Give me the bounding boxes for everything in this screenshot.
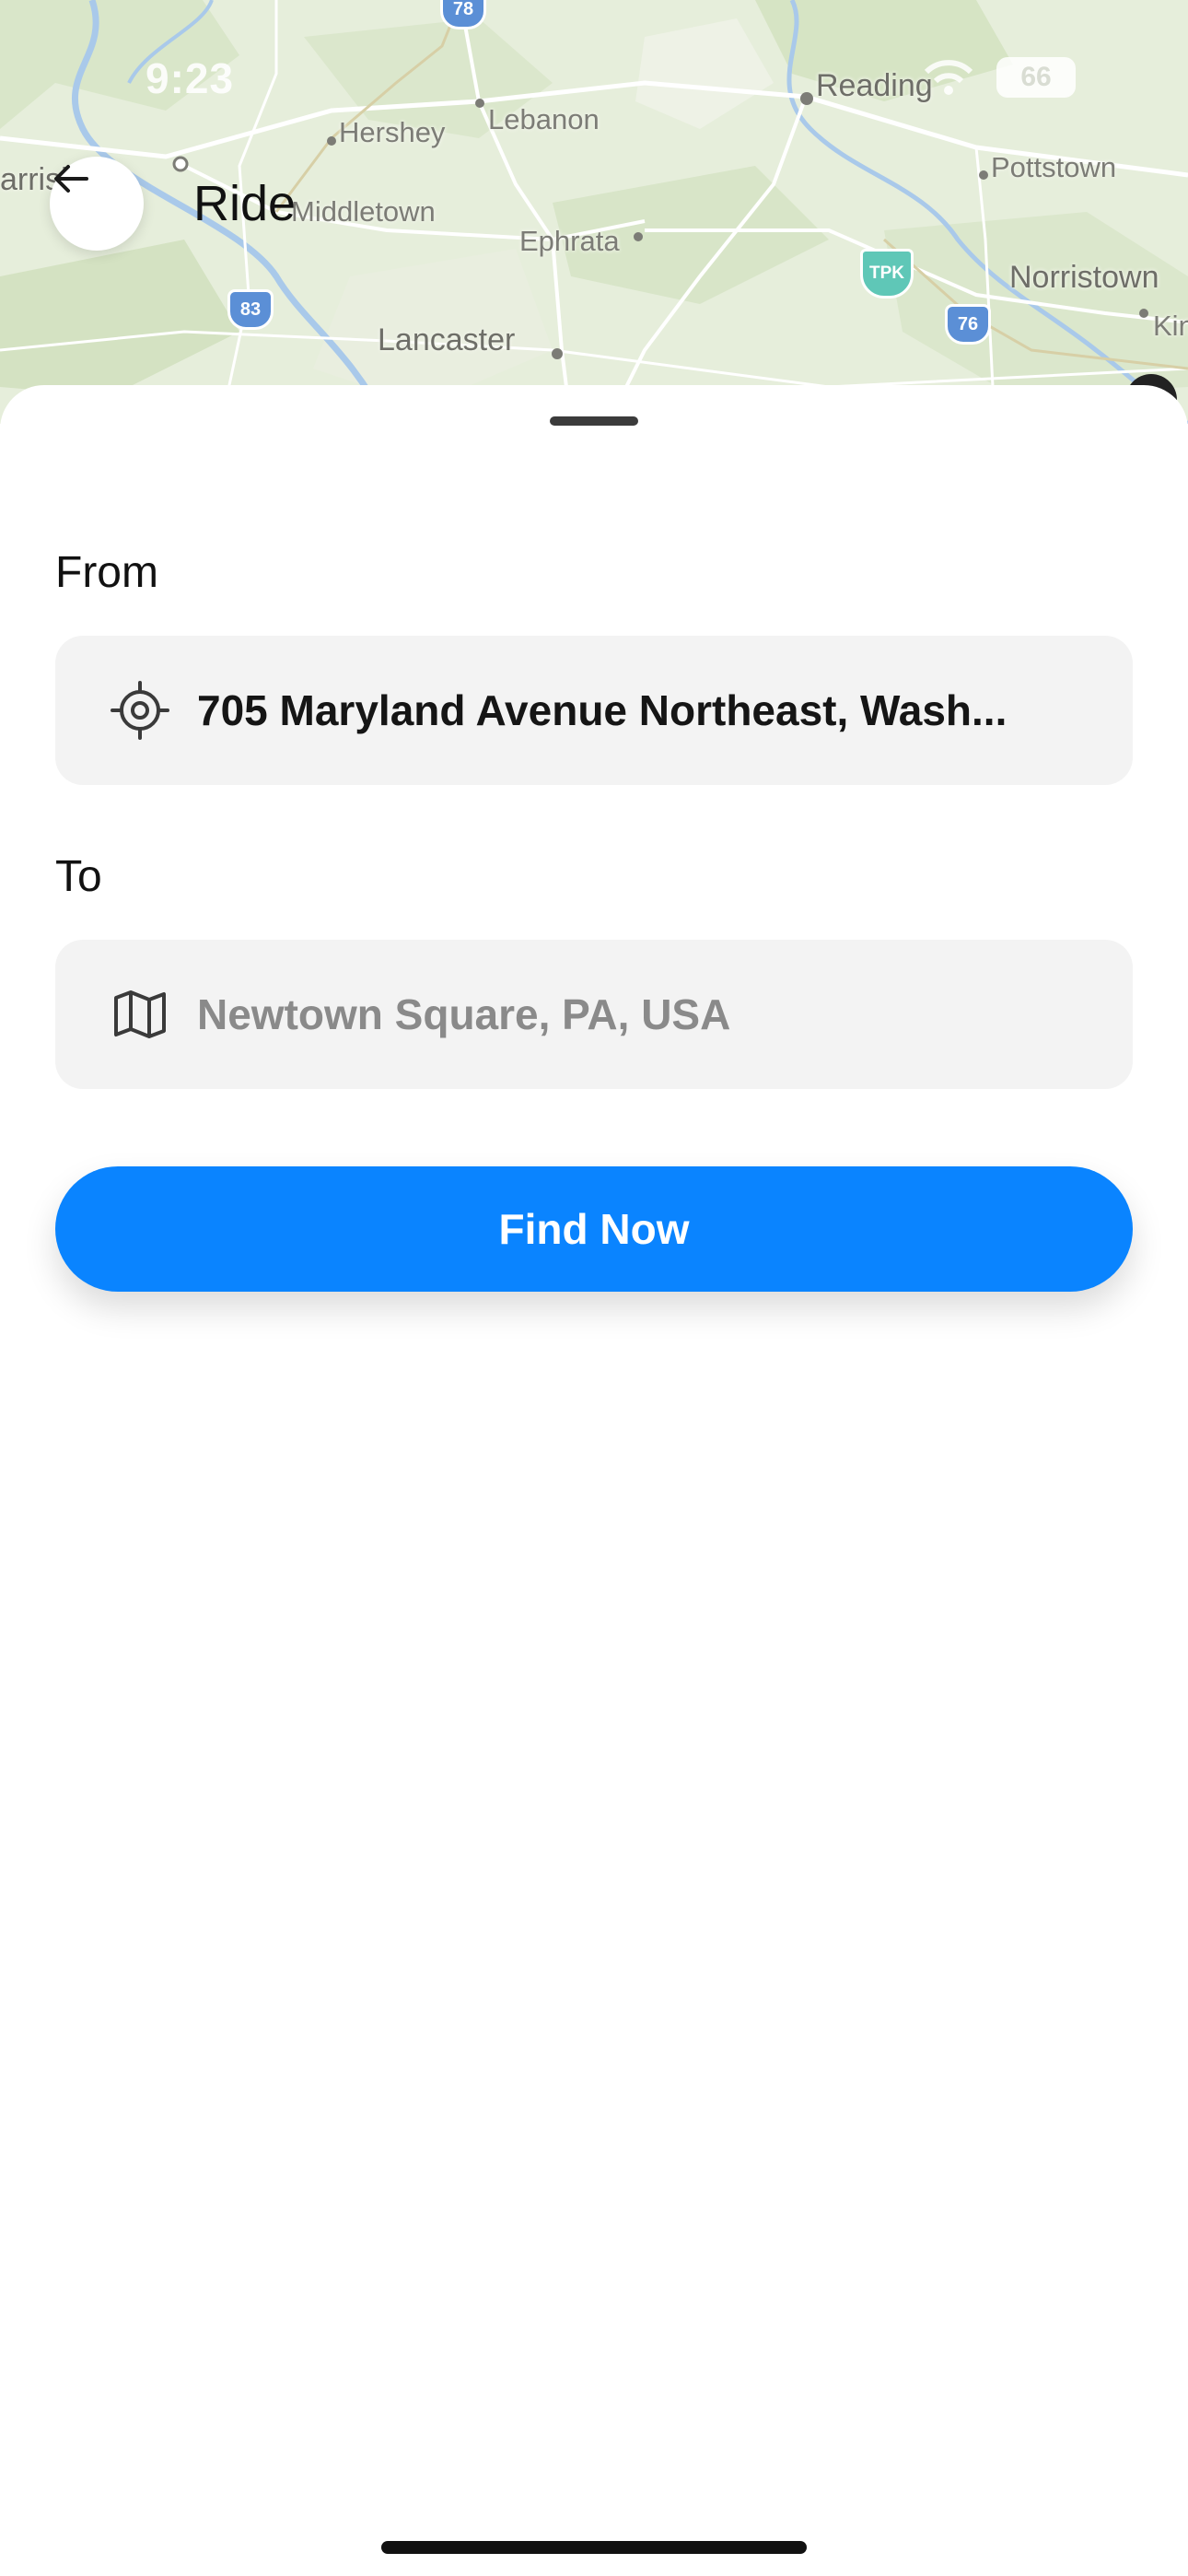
interstate-76-shield: 76: [945, 304, 991, 345]
map-icon: [111, 985, 169, 1044]
turnpike-shield: TPK: [860, 249, 914, 299]
home-indicator[interactable]: [381, 2541, 807, 2554]
page-title: Ride: [193, 176, 297, 231]
ride-screen: arrisburg Hershey Lebanon Reading Pottst…: [0, 0, 1188, 2576]
map-label-lebanon: Lebanon: [488, 103, 600, 135]
find-now-button[interactable]: Find Now: [55, 1166, 1133, 1292]
back-button[interactable]: [50, 157, 144, 251]
crosshair-location-icon: [111, 681, 169, 740]
to-field[interactable]: Newtown Square, PA, USA: [55, 940, 1133, 1089]
from-field-value: 705 Maryland Avenue Northeast, Wash...: [197, 686, 1007, 734]
bottom-sheet: From 705 Maryland Avenue Northeast, Wash…: [0, 385, 1188, 2576]
sheet-grabber[interactable]: [550, 416, 638, 426]
from-field[interactable]: 705 Maryland Avenue Northeast, Wash...: [55, 636, 1133, 785]
map-label-lancaster: Lancaster: [378, 322, 516, 357]
interstate-83-shield: 83: [227, 289, 274, 330]
map-view[interactable]: arrisburg Hershey Lebanon Reading Pottst…: [0, 0, 1188, 424]
to-label: To: [55, 852, 102, 901]
map-label-reading: Reading: [816, 68, 933, 103]
map-label-ephrata: Ephrata: [519, 225, 620, 257]
map-label-norristown: Norristown: [1009, 260, 1159, 295]
status-time: 9:23: [146, 54, 235, 102]
wifi-icon: [921, 57, 976, 98]
from-label: From: [55, 548, 158, 597]
map-label-middletown: Middletown: [291, 195, 436, 228]
battery-indicator: 66: [996, 57, 1076, 98]
map-label-pottstown: Pottstown: [991, 151, 1117, 183]
to-field-placeholder: Newtown Square, PA, USA: [197, 990, 731, 1038]
interstate-78-shield: 78: [440, 0, 486, 29]
map-label-hershey: Hershey: [339, 116, 446, 148]
map-label-king: Kin: [1153, 310, 1188, 342]
